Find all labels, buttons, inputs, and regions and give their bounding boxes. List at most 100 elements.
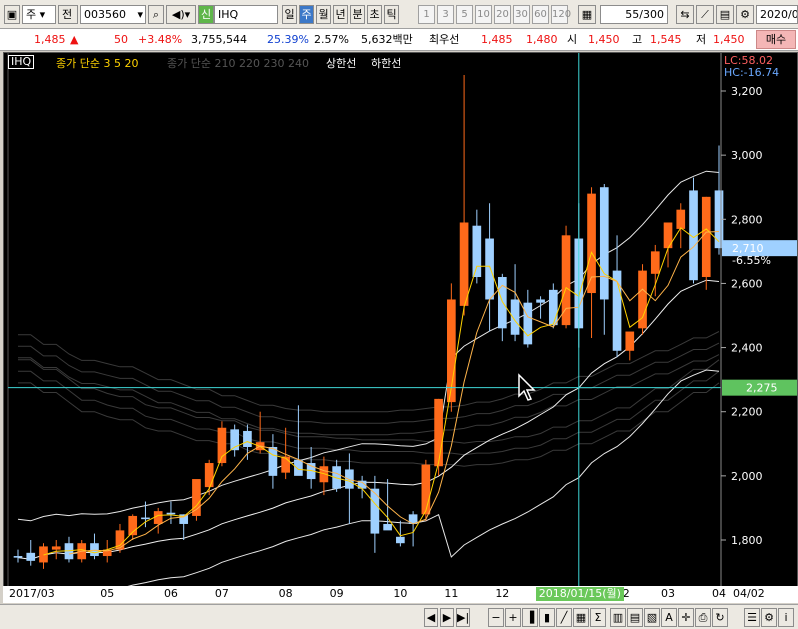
interval-button[interactable]: 60	[532, 5, 549, 24]
long-ma-line	[18, 370, 720, 456]
market-select[interactable]: 주 ▾	[22, 5, 56, 24]
interval-button[interactable]: 3	[437, 5, 454, 24]
high-label: 고	[632, 33, 643, 46]
print-icon[interactable]: ⎙	[695, 608, 711, 627]
crosshair: 2,2752,710-6.55%	[8, 53, 797, 587]
symbol-tag: IHQ	[8, 55, 35, 69]
line-type-icon[interactable]: ╱	[556, 608, 572, 627]
stock-code-input[interactable]: 003560 ▾	[80, 5, 146, 24]
scroll-end-button[interactable]: ▶|	[456, 608, 470, 627]
text-icon[interactable]: A	[661, 608, 677, 627]
sum-icon[interactable]: Σ	[590, 608, 606, 627]
candle-body	[599, 187, 609, 300]
list-icon[interactable]: ☰	[744, 608, 760, 627]
period-tab[interactable]: 초	[367, 5, 382, 24]
y-tick-label: 2,400	[731, 342, 763, 355]
scroll-right-button[interactable]: ▶	[440, 608, 454, 627]
layout-icon[interactable]: ▤	[627, 608, 643, 627]
best-bid: 1,480	[526, 33, 558, 46]
interval-button[interactable]: 20	[494, 5, 511, 24]
interval-button[interactable]: 30	[513, 5, 530, 24]
lower-band-line	[17, 369, 720, 599]
window-icon[interactable]: ▣	[4, 5, 20, 24]
open-label: 시	[567, 33, 578, 46]
best-quote-label: 최우선	[429, 33, 460, 46]
scroll-left-button[interactable]: ◀	[424, 608, 438, 627]
candle-body	[268, 446, 278, 476]
interval-button[interactable]: 5	[456, 5, 473, 24]
y-tick-label: 3,000	[731, 149, 763, 162]
date-axis: 2017/03 05 06 07 08 09 10 11 12 2 03 04 2018/01/15(월…	[3, 586, 798, 603]
turnover-ratio: 2.57%	[314, 33, 349, 46]
low-label: 저	[696, 33, 707, 46]
compare-icon[interactable]: ⇆	[676, 5, 694, 24]
open-price: 1,450	[588, 33, 620, 46]
period-tab[interactable]: 틱	[384, 5, 399, 24]
candle-body	[434, 398, 443, 467]
y-tick-label: 2,000	[731, 470, 763, 483]
volume: 3,755,544	[191, 33, 247, 46]
hc-value: HC:-16.74	[724, 66, 780, 79]
candle-body	[243, 430, 252, 447]
period-tab[interactable]: 월	[316, 5, 331, 24]
speaker-icon[interactable]: ◀)▾	[166, 5, 196, 24]
candle-body	[90, 543, 99, 557]
candle-body	[523, 302, 533, 345]
best-ask: 1,485	[481, 33, 513, 46]
interval-button[interactable]: 120	[551, 5, 571, 24]
legend-lower-band: 하한선	[371, 57, 402, 70]
candle-body	[485, 238, 494, 300]
candle-body	[701, 196, 711, 278]
save-icon[interactable]: ▤	[716, 5, 734, 24]
change-arrow-icon: ▲	[70, 33, 79, 46]
legend-ma-short: 종가 단순 3 5 20	[56, 57, 139, 70]
zoom-out-button[interactable]: −	[488, 608, 504, 627]
candle-body	[281, 456, 290, 473]
long-ma-line	[18, 359, 720, 444]
interval-button[interactable]: 1	[418, 5, 435, 24]
crosshair-icon[interactable]: ✛	[678, 608, 694, 627]
bar-width-icon[interactable]: ▐	[522, 608, 538, 627]
period-tab[interactable]: 년	[333, 5, 348, 24]
refresh-icon[interactable]: ↻	[712, 608, 728, 627]
period-tab[interactable]: 분	[350, 5, 365, 24]
grid-icon[interactable]: ▦	[573, 608, 589, 627]
candle-body	[497, 277, 507, 329]
all-button[interactable]: 전	[58, 5, 78, 24]
buy-button[interactable]: 매수	[756, 30, 796, 49]
candle-body	[383, 523, 392, 531]
info-icon[interactable]: i	[778, 608, 794, 627]
period-tab[interactable]: 일	[282, 5, 297, 24]
count-field[interactable]: 55/300	[600, 5, 668, 24]
candlestick-chart[interactable]: 2,275 2,710 -6.55% 3,200 3,000 2,800 2,600 2,4…	[3, 52, 798, 601]
candle-body	[166, 512, 176, 515]
calendar-icon[interactable]: ▦	[578, 5, 596, 24]
chart-canvas[interactable]: 2,2752,710-6.55% 3,200 3,000 2,800 2,600 2,4…	[4, 53, 798, 599]
indicator-icon[interactable]: ▥	[610, 608, 626, 627]
candle-body	[536, 299, 545, 303]
candle-body	[13, 556, 23, 558]
date-field[interactable]: 2020/0	[756, 5, 798, 24]
current-price: 1,485	[34, 33, 66, 46]
change-pct: +3.48%	[138, 33, 183, 46]
legend-ma-long: 종가 단순 210 220 230 240	[167, 57, 309, 70]
x-tick-label: 2017/03	[9, 587, 55, 600]
period-tab[interactable]: 주	[299, 5, 314, 24]
interval-button[interactable]: 10	[475, 5, 492, 24]
settings-icon[interactable]: ⚙	[761, 608, 777, 627]
gear-icon[interactable]: ⚙	[736, 5, 754, 24]
candle-body	[561, 235, 571, 326]
crosshair-price-label: 2,275	[746, 382, 778, 395]
x-tick-label: 11	[444, 587, 459, 600]
chart-line-icon[interactable]: ⟋	[696, 5, 714, 24]
compare-chart-icon[interactable]: ▧	[644, 608, 660, 627]
candle-body	[192, 479, 201, 516]
search-icon[interactable]: ⌕	[148, 5, 164, 24]
credit-badge: 신	[198, 5, 214, 24]
candle-type-icon[interactable]: ▮	[539, 608, 555, 627]
long-ma-lines	[18, 331, 720, 467]
last-pct-label: -6.55%	[732, 254, 771, 267]
candle-body	[625, 331, 635, 351]
stock-name-field[interactable]: IHQ	[214, 5, 278, 24]
zoom-in-button[interactable]: +	[505, 608, 521, 627]
